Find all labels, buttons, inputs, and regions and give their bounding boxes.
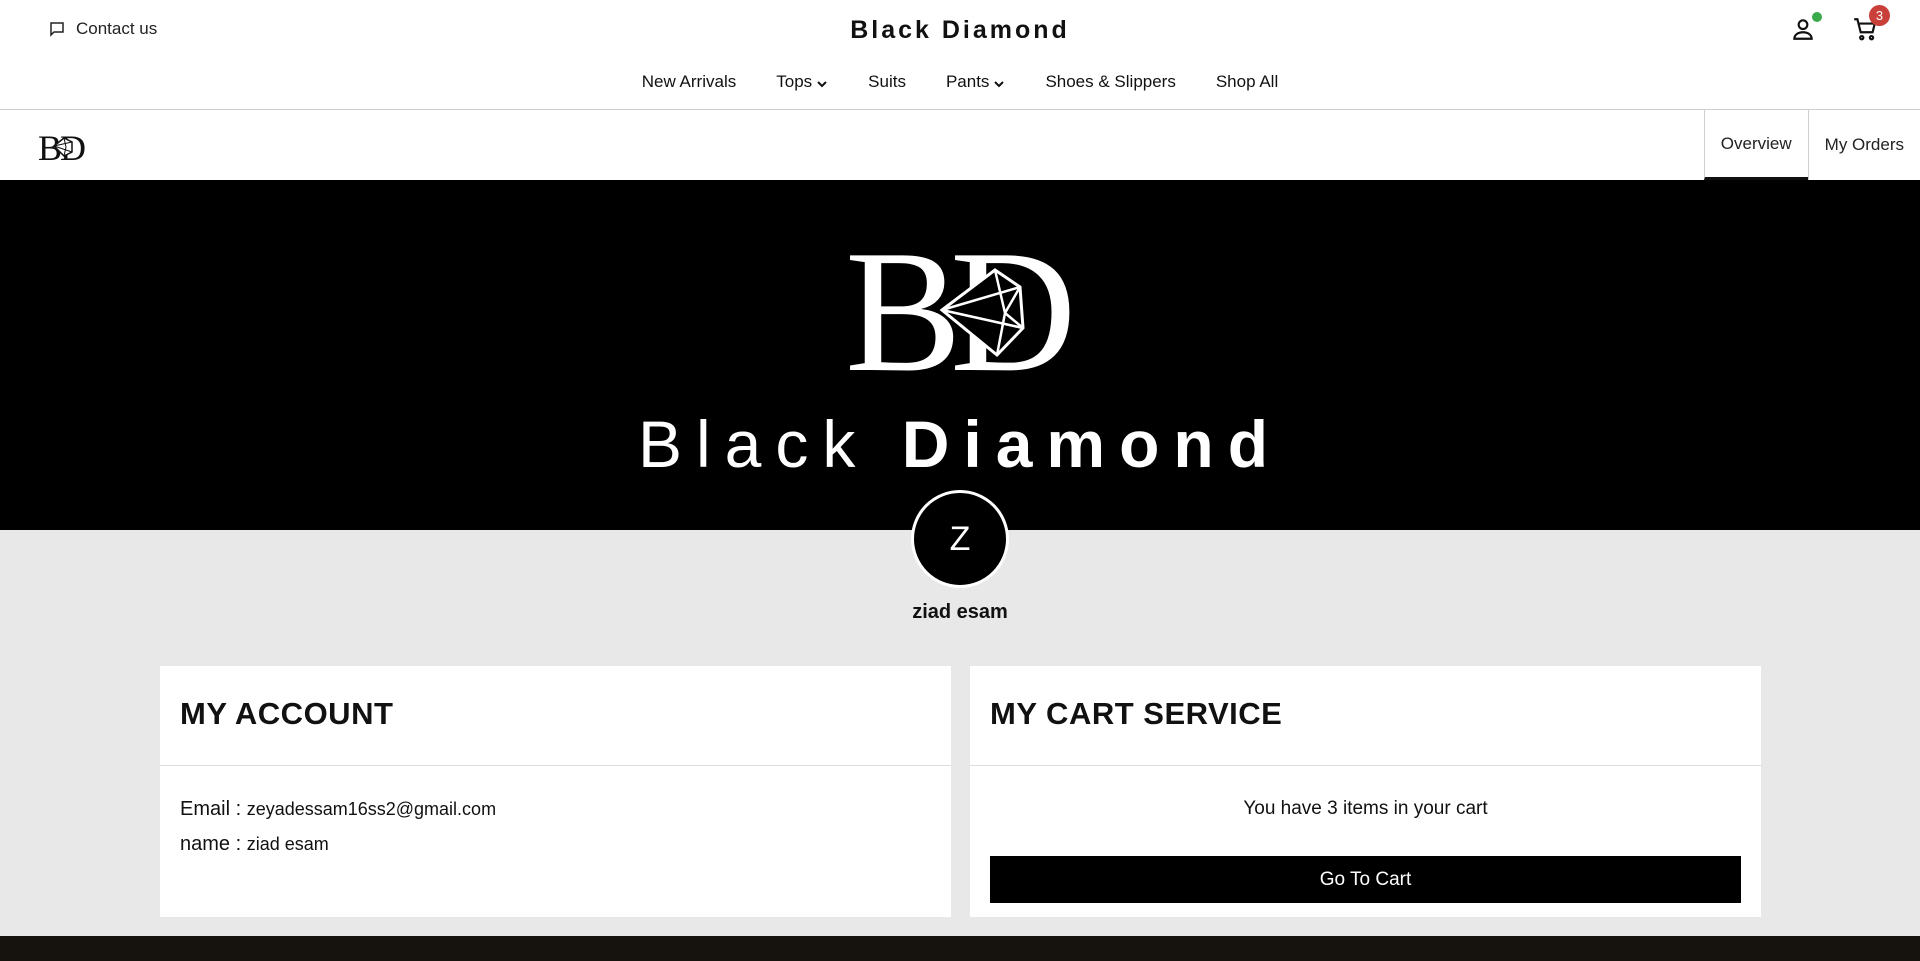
nav-label: Shoes & Slippers — [1045, 72, 1176, 91]
my-cart-service-card: MY CART SERVICE You have 3 items in your… — [970, 666, 1761, 917]
email-label: Email : — [180, 798, 242, 820]
avatar: Z — [911, 490, 1009, 588]
profile-name: ziad esam — [912, 601, 1008, 623]
chevron-down-icon — [994, 80, 1005, 87]
account-button[interactable] — [1790, 12, 1822, 42]
nav-label: New Arrivals — [641, 72, 737, 91]
my-account-card: MY ACCOUNT Email : zeyadessam16ss2@gmail… — [160, 666, 951, 917]
my-account-title: MY ACCOUNT — [160, 666, 951, 766]
cart-count-badge: 3 — [1869, 5, 1890, 26]
tab-my-orders[interactable]: My Orders — [1807, 110, 1920, 180]
nav-pants[interactable]: Pants — [946, 72, 1005, 92]
hero-wordmark: Black Diamond — [0, 406, 1920, 482]
nav-new-arrivals[interactable]: New Arrivals — [642, 72, 736, 92]
go-to-cart-button[interactable]: Go To Cart — [990, 856, 1741, 903]
email-value: zeyadessam16ss2@gmail.com — [246, 799, 497, 819]
hero-banner: B D Black Diamond — [0, 180, 1920, 530]
nav-tops[interactable]: Tops — [776, 72, 828, 92]
hero-wordmark-light: Black — [637, 407, 870, 481]
brand-title[interactable]: Black Diamond — [0, 16, 1920, 45]
chevron-down-icon — [817, 80, 827, 87]
email-row: Email : zeyadessam16ss2@gmail.com — [160, 798, 951, 821]
hero-wordmark-bold: Diamond — [901, 407, 1283, 481]
bd-logo-icon[interactable]: B D — [38, 128, 96, 168]
cart-items-message: You have 3 items in your cart — [1243, 798, 1488, 819]
nav-label: Shop All — [1215, 72, 1279, 91]
my-cart-service-title: MY CART SERVICE — [970, 666, 1761, 766]
tab-overview[interactable]: Overview — [1703, 110, 1808, 180]
name-label: name : — [180, 833, 242, 855]
account-toolbar: B D Overview My Orders — [0, 110, 1920, 180]
bd-diamond-logo-icon: B D — [845, 235, 1076, 385]
nav-label: Tops — [776, 72, 813, 91]
online-status-dot — [1812, 12, 1822, 22]
site-header: Contact us Black Diamond 3 New Arrivals … — [0, 0, 1920, 110]
account-tabs: Overview My Orders — [1703, 110, 1920, 180]
header-icons: 3 — [1790, 5, 1890, 42]
nav-label: Suits — [868, 72, 906, 91]
nav-label: Pants — [945, 72, 990, 91]
nav-shoes-slippers[interactable]: Shoes & Slippers — [1045, 72, 1175, 92]
nav-suits[interactable]: Suits — [868, 72, 906, 92]
name-row: name : ziad esam — [160, 833, 951, 856]
site-footer — [0, 936, 1920, 961]
cart-button[interactable]: 3 — [1852, 5, 1890, 42]
name-value: ziad esam — [246, 834, 329, 854]
main-navigation: New Arrivals Tops Suits Pants Shoes & Sl… — [0, 72, 1920, 92]
nav-shop-all[interactable]: Shop All — [1216, 72, 1278, 92]
